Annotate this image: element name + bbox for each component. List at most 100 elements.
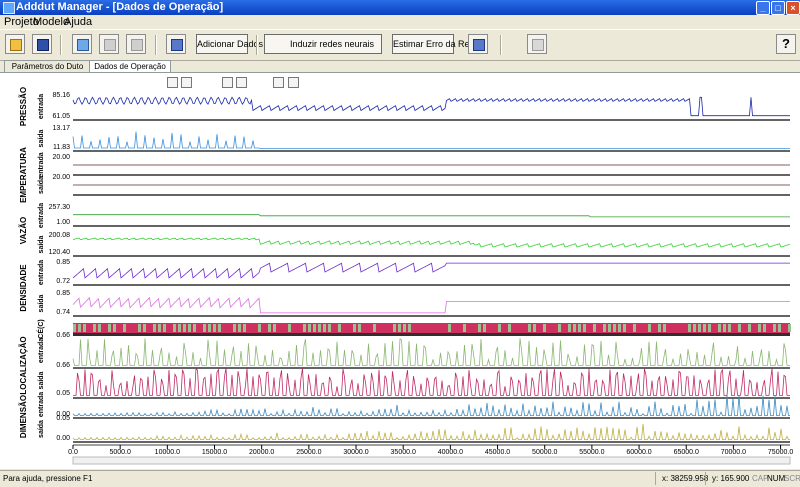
series-line-7 [72, 296, 790, 314]
tab-strip: Parâmetros do Duto Dados de Operação [0, 60, 800, 73]
close-button[interactable]: × [786, 1, 800, 15]
import-button[interactable] [72, 34, 92, 54]
x-tick-label-15: 75000.0 [768, 449, 793, 456]
ce-band-segment [163, 324, 166, 332]
print-button[interactable] [527, 34, 547, 54]
toolbar: Adicionar Dados Induzir redes neurais Es… [0, 29, 800, 61]
x-tick-label-14: 70000.0 [721, 449, 746, 456]
status-x-coord: x: 38259.958 [662, 474, 709, 483]
minimize-button[interactable]: _ [756, 1, 770, 15]
disk-icon [131, 39, 143, 51]
ce-band-segment [233, 324, 236, 332]
ce-band-segment [208, 324, 211, 332]
ce-band-segment [788, 324, 791, 332]
pencil-icon [104, 39, 116, 51]
row-label-vazao-entrada: entrada [38, 203, 45, 228]
add-data-button[interactable]: Adicionar Dados [196, 34, 263, 54]
y-tick-label-11-0: 0.05 [56, 415, 70, 422]
ce-band-segment [373, 324, 376, 332]
ce-band-segment [508, 324, 511, 332]
y-tick-label-1-1: 11.83 [53, 144, 70, 151]
group-label-densidade: DENSIDADE [19, 264, 28, 312]
ce-band-segment [353, 324, 356, 332]
ce-band-segment [578, 324, 581, 332]
x-tick-label-11: 55000.0 [579, 449, 604, 456]
operation-data-chart[interactable]: PRESSÃO entradasaídaEMPERATURA entradasaíd… [0, 73, 800, 469]
estimate-error-button[interactable]: Estimar Erro da Rede [392, 34, 480, 54]
ce-band-segment [153, 324, 156, 332]
open-folder-button[interactable] [5, 34, 25, 54]
ce-band-segment [308, 324, 311, 332]
ce-band-segment [193, 324, 196, 332]
ce-band-segment [203, 324, 206, 332]
ce-band-segment [498, 324, 501, 332]
y-tick-label-4-1: 1.00 [56, 219, 70, 226]
x-tick-label-8: 40000.0 [438, 449, 463, 456]
maximize-button[interactable]: □ [771, 1, 785, 15]
ce-band-segment [188, 324, 191, 332]
import-arrow-icon [77, 39, 89, 51]
y-tick-label-9-0: 0.66 [56, 362, 70, 369]
save-button[interactable] [32, 34, 52, 54]
plot-area: PRESSÃO entrada saída EMPERATURA entrada saíd… [0, 73, 800, 469]
ce-band-segment [703, 324, 706, 332]
app-icon [3, 2, 15, 14]
ce-band-segment [613, 324, 616, 332]
y-tick-label-7-1: 0.74 [56, 309, 70, 316]
ce-band-segment [78, 324, 81, 332]
ce-band-segment [688, 324, 691, 332]
ce-band-segment [158, 324, 161, 332]
row-label-densidade-saida: saída [38, 294, 45, 312]
disk-button[interactable] [126, 34, 146, 54]
row-label-localizacao-saida: saída [38, 371, 45, 389]
y-tick-label-11-1: 0.00 [56, 435, 70, 442]
ce-band-segment [448, 324, 451, 332]
folder-icon [10, 39, 22, 51]
status-scrl: SCRL [784, 474, 800, 483]
ce-band-segment [258, 324, 261, 332]
network-tree-button[interactable] [468, 34, 488, 54]
row-label-pressao-saida: saída [38, 129, 45, 147]
tab-dados-de-operacao[interactable]: Dados de Operação [89, 60, 171, 72]
network-button[interactable] [166, 34, 186, 54]
ce-band-segment [183, 324, 186, 332]
induce-neural-nets-button[interactable]: Induzir redes neurais [264, 34, 382, 54]
tab-parametros-do-duto[interactable]: Parâmetros do Duto [4, 60, 91, 72]
ce-band-segment [393, 324, 396, 332]
ce-band-segment [558, 324, 561, 332]
x-tick-label-5: 25000.0 [296, 449, 321, 456]
series-line-8 [72, 338, 790, 366]
group-label-pressao: PRESSÃO [19, 87, 28, 126]
series-line-11 [72, 423, 790, 440]
ce-band-label: CÉ(C) [36, 319, 45, 338]
row-label-dimensao-saida: saída [38, 420, 45, 438]
group-label-localizacao: LOCALIZAÇÃO [19, 336, 28, 394]
edit-button[interactable] [99, 34, 119, 54]
row-label-densidade-entrada: entrada [38, 260, 45, 285]
ce-band-base [73, 333, 790, 336]
ce-band-segment [123, 324, 126, 332]
ce-band-segment [398, 324, 401, 332]
x-tick-label-6: 30000.0 [343, 449, 368, 456]
ce-band-segment [593, 324, 596, 332]
y-tick-label-3-0: 20.00 [52, 174, 70, 181]
ce-band-segment [758, 324, 761, 332]
ce-band-segment [583, 324, 586, 332]
help-button[interactable]: ? [776, 34, 796, 54]
status-y-coord: y: 165.900 [712, 474, 750, 483]
ce-band-segment [693, 324, 696, 332]
ce-band-segment [273, 324, 276, 332]
x-tick-label-10: 50000.0 [532, 449, 557, 456]
series-line-0 [72, 96, 790, 117]
x-tick-label-0: 0.0 [68, 449, 78, 456]
ce-band-segment [358, 324, 361, 332]
row-label-localizacao-entrada: entrada [38, 338, 45, 363]
ce-band-segment [658, 324, 661, 332]
ce-band-segment [663, 324, 666, 332]
horizontal-scrollbar [72, 456, 791, 465]
menu-bar: Projeto Modelo Ajuda [0, 15, 800, 29]
y-tick-label-7-0: 0.85 [56, 290, 70, 297]
ce-band-segment [313, 324, 316, 332]
x-tick-label-9: 45000.0 [485, 449, 510, 456]
menu-ajuda[interactable]: Ajuda [64, 16, 92, 28]
